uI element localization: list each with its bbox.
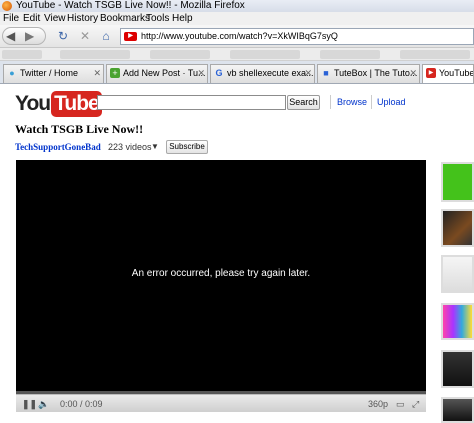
related-video-thumbnail[interactable] (441, 303, 474, 340)
related-video-thumbnail[interactable] (441, 350, 474, 388)
logo-you-text: You (15, 92, 51, 115)
page-content: You Tube Search Browse Upload Watch TSGB … (0, 84, 474, 423)
tab-label: TuteBox | The Tuto... (334, 68, 418, 78)
menu-bar: File Edit View History Bookmarks Tools H… (0, 12, 474, 25)
related-video-thumbnail[interactable] (441, 162, 474, 202)
menu-history[interactable]: History (67, 12, 98, 25)
home-icon[interactable]: ⌂ (99, 29, 113, 43)
title-bar: YouTube - Watch TSGB Live Now!! - Mozill… (0, 0, 474, 12)
menu-tools[interactable]: Tools (146, 12, 169, 25)
related-video-thumbnail[interactable] (441, 397, 474, 423)
video-title: Watch TSGB Live Now!! (15, 122, 144, 136)
error-message: An error occurred, please try again late… (131, 268, 311, 279)
tab-label: vb shellexecute exa... (227, 68, 314, 78)
navigation-toolbar: ◀ ▶ ↻ ✕ ⌂ ▶ http://www.youtube.com/watch… (0, 25, 474, 48)
upload-link[interactable]: Upload (377, 97, 406, 107)
related-video-thumbnail[interactable] (441, 209, 474, 247)
firefox-icon (2, 1, 12, 11)
browse-link[interactable]: Browse (337, 97, 367, 107)
bookmark-item[interactable] (2, 50, 42, 59)
youtube-favicon-icon: ▶ (124, 32, 137, 41)
chevron-down-icon[interactable]: ▼ (151, 142, 159, 151)
google-icon: G (215, 68, 223, 78)
close-tab-icon[interactable]: ✕ (304, 65, 312, 82)
close-tab-icon[interactable]: ✕ (93, 65, 101, 82)
tab-label: Twitter / Home (20, 68, 79, 78)
bookmarks-toolbar (0, 48, 474, 61)
time-display: 0:00 / 0:09 (60, 399, 103, 409)
search-input[interactable] (97, 95, 286, 110)
menu-file[interactable]: File (3, 12, 19, 25)
stop-icon[interactable]: ✕ (78, 29, 92, 43)
fullscreen-icon[interactable]: ⤢ (412, 398, 419, 410)
divider (330, 95, 331, 109)
close-tab-icon[interactable]: ✕ (409, 65, 417, 82)
video-count[interactable]: 223 videos (108, 142, 152, 152)
url-text: http://www.youtube.com/watch?v=XkWIBqG7s… (141, 31, 338, 41)
pause-icon[interactable]: ❚❚ (22, 398, 37, 410)
browser-window: YouTube - Watch TSGB Live Now!! - Mozill… (0, 0, 474, 423)
menu-help[interactable]: Help (172, 12, 193, 25)
bookmark-item[interactable] (150, 50, 210, 59)
youtube-icon: ▶ (426, 68, 436, 78)
tab-twitter[interactable]: ● Twitter / Home ✕ (3, 64, 104, 83)
address-bar[interactable]: ▶ http://www.youtube.com/watch?v=XkWIBqG… (120, 28, 474, 45)
tab-label: Add New Post · Tu... (123, 68, 206, 78)
twitter-icon: ● (9, 68, 15, 78)
volume-icon[interactable]: 🔈 (38, 398, 49, 410)
search-button[interactable]: Search (287, 95, 320, 110)
tab-label: YouTube - (439, 68, 474, 78)
bookmark-item[interactable] (230, 50, 300, 59)
tab-vb-shellexecute[interactable]: G vb shellexecute exa... ✕ (210, 64, 315, 83)
wordpress-icon: + (110, 68, 120, 78)
page-icon: ■ (323, 68, 329, 78)
youtube-logo[interactable]: You Tube (15, 91, 102, 117)
close-tab-icon[interactable]: ✕ (197, 65, 205, 82)
tab-youtube[interactable]: ▶ YouTube - (422, 64, 474, 83)
tab-add-new-post[interactable]: + Add New Post · Tu... ✕ (106, 64, 208, 83)
channel-link[interactable]: TechSupportGoneBad (15, 142, 101, 152)
related-video-thumbnail[interactable] (441, 255, 474, 293)
bookmark-item[interactable] (320, 50, 380, 59)
subscribe-button[interactable]: Subscribe (166, 140, 208, 154)
bookmark-item[interactable] (60, 50, 130, 59)
tab-strip: ● Twitter / Home ✕ + Add New Post · Tu..… (0, 61, 474, 84)
back-forward-buttons: ◀ ▶ (2, 27, 46, 45)
back-arrow-icon[interactable]: ◀ (6, 29, 15, 43)
menu-edit[interactable]: Edit (23, 12, 40, 25)
bookmark-item[interactable] (400, 50, 470, 59)
tab-tutebox[interactable]: ■ TuteBox | The Tuto... ✕ (317, 64, 420, 83)
window-title: YouTube - Watch TSGB Live Now!! - Mozill… (16, 0, 245, 11)
menu-bookmarks[interactable]: Bookmarks (100, 12, 150, 25)
quality-selector[interactable]: 360p (368, 398, 388, 410)
logo-tube-text: Tube (51, 91, 102, 117)
popout-icon[interactable]: ▭ (396, 398, 405, 410)
forward-arrow-icon[interactable]: ▶ (25, 29, 34, 43)
divider (371, 95, 372, 109)
menu-view[interactable]: View (44, 12, 66, 25)
reload-icon[interactable]: ↻ (56, 29, 70, 43)
video-player[interactable]: An error occurred, please try again late… (16, 160, 426, 391)
player-controls: ❚❚ 🔈 0:00 / 0:09 360p ▭ ⤢ (16, 394, 426, 412)
